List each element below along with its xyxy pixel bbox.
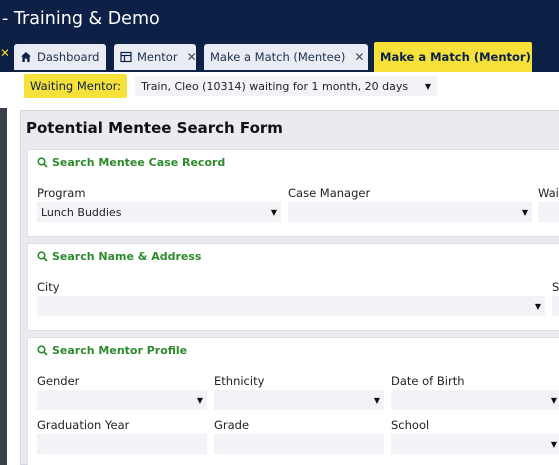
chevron-down-icon: ▼ <box>196 395 203 405</box>
ethnicity-label: Ethnicity <box>214 374 265 388</box>
waiting-mentor-select[interactable]: Train, Cleo (10314) waiting for 1 month,… <box>135 76 438 96</box>
grade-label: Grade <box>214 418 250 432</box>
gender-label: Gender <box>37 374 80 388</box>
close-icon[interactable]: ✕ <box>354 50 364 64</box>
chevron-down-icon: ▼ <box>424 81 432 91</box>
dob-select[interactable]: ▼ <box>391 390 559 410</box>
chevron-down-icon: ▼ <box>534 301 541 311</box>
tab-make-a-match-mentor[interactable]: Make a Match (Mentor) ✕ <box>374 42 550 72</box>
tab-close-icon[interactable]: ✕ <box>0 46 8 64</box>
tab-dashboard[interactable]: Dashboard <box>14 44 106 70</box>
waiting-mentor-bar: Waiting Mentor: Train, Cleo (10314) wait… <box>24 72 438 100</box>
card-case-record: Search Mentee Case Record Program Lunch … <box>27 149 559 237</box>
city-label: City <box>37 280 60 294</box>
chevron-down-icon: ▼ <box>550 395 557 405</box>
home-icon <box>20 51 32 63</box>
tab-mentor[interactable]: Mentor ✕ <box>114 44 197 70</box>
city-select[interactable]: ▼ <box>37 296 545 316</box>
dob-label: Date of Birth <box>391 374 465 388</box>
case-manager-label: Case Manager <box>288 186 371 200</box>
left-panel-strip <box>0 72 12 465</box>
wait-select[interactable] <box>538 202 559 222</box>
section-title: Search Name & Address <box>37 250 201 263</box>
close-icon[interactable]: ✕ <box>540 50 550 64</box>
grade-select[interactable] <box>214 434 384 454</box>
program-select[interactable]: Lunch Buddies ▼ <box>37 202 281 222</box>
school-label: School <box>391 418 430 432</box>
program-value: Lunch Buddies <box>41 205 122 219</box>
chevron-down-icon: ▼ <box>521 207 528 217</box>
graduation-year-select[interactable] <box>37 434 207 454</box>
tab-label: Make a Match (Mentor) <box>380 50 531 64</box>
tab-label: Make a Match (Mentee) <box>210 50 346 64</box>
section-title-text: Search Name & Address <box>52 250 202 263</box>
state-select[interactable] <box>552 296 559 316</box>
section-title-text: Search Mentee Case Record <box>52 156 226 169</box>
table-icon <box>120 51 132 63</box>
chevron-down-icon: ▼ <box>270 207 277 217</box>
card-name-address: Search Name & Address City ▼ S <box>27 243 559 331</box>
search-icon <box>37 345 48 356</box>
section-title-text: Search Mentor Profile <box>52 344 188 357</box>
case-manager-select[interactable]: ▼ <box>288 202 532 222</box>
search-icon <box>37 251 48 262</box>
section-title: Search Mentee Case Record <box>37 156 225 169</box>
close-icon[interactable]: ✕ <box>187 50 197 64</box>
app-title: - Training & Demo <box>2 9 160 29</box>
title-bar: - Training & Demo <box>0 0 559 42</box>
ethnicity-select[interactable]: ▼ <box>214 390 384 410</box>
state-label: S <box>552 280 559 294</box>
section-title: Search Mentor Profile <box>37 344 187 357</box>
wait-label: Wai <box>538 186 559 200</box>
graduation-year-label: Graduation Year <box>37 418 130 432</box>
school-select[interactable]: ▼ <box>391 434 559 454</box>
card-mentor-profile: Search Mentor Profile Gender ▼ Ethnicity… <box>27 337 559 465</box>
chevron-down-icon: ▼ <box>550 439 557 449</box>
waiting-mentor-label: Waiting Mentor: <box>24 74 128 98</box>
tab-make-a-match-mentee[interactable]: Make a Match (Mentee) ✕ <box>204 44 368 70</box>
search-form: Potential Mentee Search Form Search Ment… <box>20 110 559 465</box>
search-icon <box>37 157 48 168</box>
left-panel-edge <box>0 108 7 465</box>
tab-label: Mentor <box>137 50 178 64</box>
tab-label: Dashboard <box>37 50 100 64</box>
tab-bar: ✕ Dashboard Mentor ✕ Make a Match (Mente… <box>0 42 559 72</box>
page-title: Potential Mentee Search Form <box>26 119 283 137</box>
gender-select[interactable]: ▼ <box>37 390 207 410</box>
waiting-mentor-value: Train, Cleo (10314) waiting for 1 month,… <box>141 79 409 93</box>
main-content: Waiting Mentor: Train, Cleo (10314) wait… <box>12 72 559 465</box>
program-label: Program <box>37 186 86 200</box>
chevron-down-icon: ▼ <box>373 395 380 405</box>
